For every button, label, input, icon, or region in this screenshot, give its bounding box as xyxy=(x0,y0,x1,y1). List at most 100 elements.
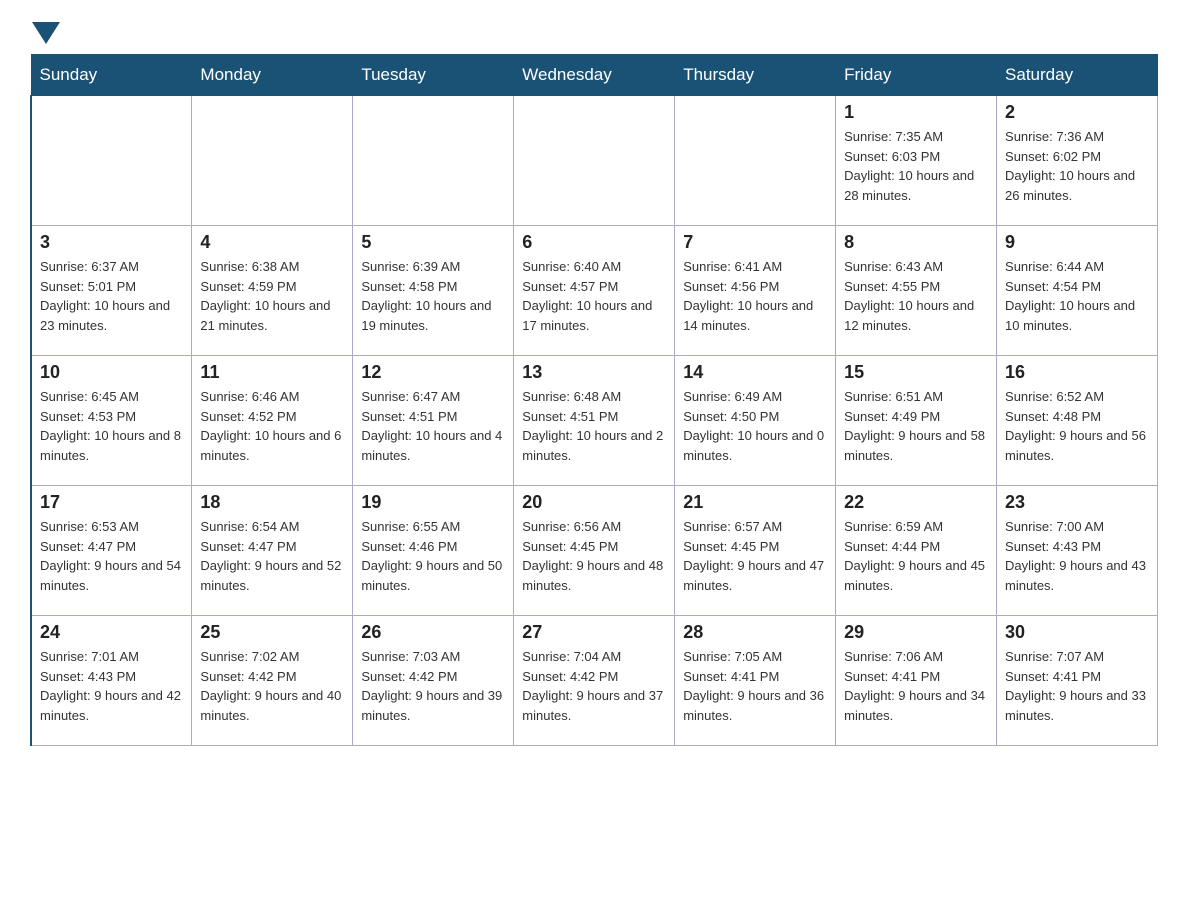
day-info: Sunrise: 6:49 AM Sunset: 4:50 PM Dayligh… xyxy=(683,387,827,465)
day-info: Sunrise: 6:48 AM Sunset: 4:51 PM Dayligh… xyxy=(522,387,666,465)
calendar-cell-w5d5: 28 Sunrise: 7:05 AM Sunset: 4:41 PM Dayli… xyxy=(675,616,836,746)
weekday-header-wednesday: Wednesday xyxy=(514,55,675,96)
calendar-cell-w5d2: 25 Sunrise: 7:02 AM Sunset: 4:42 PM Dayli… xyxy=(192,616,353,746)
day-info: Sunrise: 6:46 AM Sunset: 4:52 PM Dayligh… xyxy=(200,387,344,465)
weekday-header-tuesday: Tuesday xyxy=(353,55,514,96)
weekday-header-sunday: Sunday xyxy=(31,55,192,96)
day-info: Sunrise: 7:35 AM Sunset: 6:03 PM Dayligh… xyxy=(844,127,988,205)
day-number: 10 xyxy=(40,362,183,383)
day-number: 20 xyxy=(522,492,666,513)
weekday-header-row: SundayMondayTuesdayWednesdayThursdayFrid… xyxy=(31,55,1158,96)
calendar-cell-w4d2: 18 Sunrise: 6:54 AM Sunset: 4:47 PM Dayli… xyxy=(192,486,353,616)
week-row-1: 1 Sunrise: 7:35 AM Sunset: 6:03 PM Daylig… xyxy=(31,96,1158,226)
calendar-cell-w4d4: 20 Sunrise: 6:56 AM Sunset: 4:45 PM Dayli… xyxy=(514,486,675,616)
day-number: 6 xyxy=(522,232,666,253)
calendar-cell-w4d7: 23 Sunrise: 7:00 AM Sunset: 4:43 PM Dayli… xyxy=(997,486,1158,616)
week-row-4: 17 Sunrise: 6:53 AM Sunset: 4:47 PM Dayli… xyxy=(31,486,1158,616)
day-number: 22 xyxy=(844,492,988,513)
calendar-cell-w5d3: 26 Sunrise: 7:03 AM Sunset: 4:42 PM Dayli… xyxy=(353,616,514,746)
calendar-cell-w1d7: 2Sunrise: 7:36 AM Sunset: 6:02 PM Daylig… xyxy=(997,96,1158,226)
day-info: Sunrise: 7:00 AM Sunset: 4:43 PM Dayligh… xyxy=(1005,517,1149,595)
day-info: Sunrise: 7:03 AM Sunset: 4:42 PM Dayligh… xyxy=(361,647,505,725)
day-number: 21 xyxy=(683,492,827,513)
day-info: Sunrise: 6:44 AM Sunset: 4:54 PM Dayligh… xyxy=(1005,257,1149,335)
calendar-cell-w3d6: 15 Sunrise: 6:51 AM Sunset: 4:49 PM Dayli… xyxy=(836,356,997,486)
header xyxy=(30,20,1158,44)
day-info: Sunrise: 6:53 AM Sunset: 4:47 PM Dayligh… xyxy=(40,517,183,595)
day-number: 19 xyxy=(361,492,505,513)
day-number: 17 xyxy=(40,492,183,513)
day-info: Sunrise: 7:36 AM Sunset: 6:02 PM Dayligh… xyxy=(1005,127,1149,205)
weekday-header-saturday: Saturday xyxy=(997,55,1158,96)
day-info: Sunrise: 6:47 AM Sunset: 4:51 PM Dayligh… xyxy=(361,387,505,465)
calendar-cell-w3d2: 11 Sunrise: 6:46 AM Sunset: 4:52 PM Dayli… xyxy=(192,356,353,486)
day-info: Sunrise: 7:06 AM Sunset: 4:41 PM Dayligh… xyxy=(844,647,988,725)
day-info: Sunrise: 6:38 AM Sunset: 4:59 PM Dayligh… xyxy=(200,257,344,335)
day-number: 4 xyxy=(200,232,344,253)
week-row-2: 3 Sunrise: 6:37 AM Sunset: 5:01 PM Daylig… xyxy=(31,226,1158,356)
calendar-cell-w1d6: 1 Sunrise: 7:35 AM Sunset: 6:03 PM Daylig… xyxy=(836,96,997,226)
calendar-cell-w4d5: 21 Sunrise: 6:57 AM Sunset: 4:45 PM Dayli… xyxy=(675,486,836,616)
day-number: 16 xyxy=(1005,362,1149,383)
day-number: 30 xyxy=(1005,622,1149,643)
day-info: Sunrise: 6:37 AM Sunset: 5:01 PM Dayligh… xyxy=(40,257,183,335)
calendar-cell-w2d7: 9Sunrise: 6:44 AM Sunset: 4:54 PM Daylig… xyxy=(997,226,1158,356)
day-number: 7 xyxy=(683,232,827,253)
day-info: Sunrise: 6:45 AM Sunset: 4:53 PM Dayligh… xyxy=(40,387,183,465)
day-number: 14 xyxy=(683,362,827,383)
weekday-header-monday: Monday xyxy=(192,55,353,96)
week-row-5: 24 Sunrise: 7:01 AM Sunset: 4:43 PM Dayli… xyxy=(31,616,1158,746)
day-info: Sunrise: 7:04 AM Sunset: 4:42 PM Dayligh… xyxy=(522,647,666,725)
calendar-cell-w2d2: 4 Sunrise: 6:38 AM Sunset: 4:59 PM Daylig… xyxy=(192,226,353,356)
calendar-cell-w4d6: 22 Sunrise: 6:59 AM Sunset: 4:44 PM Dayli… xyxy=(836,486,997,616)
calendar-cell-w1d4 xyxy=(514,96,675,226)
day-info: Sunrise: 6:51 AM Sunset: 4:49 PM Dayligh… xyxy=(844,387,988,465)
day-number: 15 xyxy=(844,362,988,383)
day-info: Sunrise: 6:59 AM Sunset: 4:44 PM Dayligh… xyxy=(844,517,988,595)
day-info: Sunrise: 7:07 AM Sunset: 4:41 PM Dayligh… xyxy=(1005,647,1149,725)
calendar-cell-w3d4: 13Sunrise: 6:48 AM Sunset: 4:51 PM Dayli… xyxy=(514,356,675,486)
weekday-header-friday: Friday xyxy=(836,55,997,96)
day-info: Sunrise: 6:57 AM Sunset: 4:45 PM Dayligh… xyxy=(683,517,827,595)
day-number: 3 xyxy=(40,232,183,253)
calendar-cell-w4d3: 19Sunrise: 6:55 AM Sunset: 4:46 PM Dayli… xyxy=(353,486,514,616)
calendar-cell-w1d3 xyxy=(353,96,514,226)
calendar-table: SundayMondayTuesdayWednesdayThursdayFrid… xyxy=(30,54,1158,746)
day-number: 18 xyxy=(200,492,344,513)
day-number: 12 xyxy=(361,362,505,383)
calendar-cell-w2d5: 7 Sunrise: 6:41 AM Sunset: 4:56 PM Daylig… xyxy=(675,226,836,356)
day-info: Sunrise: 7:01 AM Sunset: 4:43 PM Dayligh… xyxy=(40,647,183,725)
day-number: 29 xyxy=(844,622,988,643)
day-info: Sunrise: 7:05 AM Sunset: 4:41 PM Dayligh… xyxy=(683,647,827,725)
calendar-cell-w3d1: 10 Sunrise: 6:45 AM Sunset: 4:53 PM Dayli… xyxy=(31,356,192,486)
day-number: 8 xyxy=(844,232,988,253)
calendar-cell-w2d4: 6 Sunrise: 6:40 AM Sunset: 4:57 PM Daylig… xyxy=(514,226,675,356)
week-row-3: 10 Sunrise: 6:45 AM Sunset: 4:53 PM Dayli… xyxy=(31,356,1158,486)
logo xyxy=(30,20,60,44)
day-number: 5 xyxy=(361,232,505,253)
calendar-cell-w2d6: 8 Sunrise: 6:43 AM Sunset: 4:55 PM Daylig… xyxy=(836,226,997,356)
calendar-cell-w2d1: 3 Sunrise: 6:37 AM Sunset: 5:01 PM Daylig… xyxy=(31,226,192,356)
calendar-cell-w4d1: 17 Sunrise: 6:53 AM Sunset: 4:47 PM Dayli… xyxy=(31,486,192,616)
day-number: 24 xyxy=(40,622,183,643)
day-info: Sunrise: 7:02 AM Sunset: 4:42 PM Dayligh… xyxy=(200,647,344,725)
day-number: 26 xyxy=(361,622,505,643)
calendar-cell-w1d5 xyxy=(675,96,836,226)
day-number: 28 xyxy=(683,622,827,643)
calendar-cell-w5d7: 30 Sunrise: 7:07 AM Sunset: 4:41 PM Dayli… xyxy=(997,616,1158,746)
weekday-header-thursday: Thursday xyxy=(675,55,836,96)
day-number: 25 xyxy=(200,622,344,643)
day-number: 1 xyxy=(844,102,988,123)
calendar-cell-w3d3: 12 Sunrise: 6:47 AM Sunset: 4:51 PM Dayli… xyxy=(353,356,514,486)
day-info: Sunrise: 6:39 AM Sunset: 4:58 PM Dayligh… xyxy=(361,257,505,335)
day-info: Sunrise: 6:41 AM Sunset: 4:56 PM Dayligh… xyxy=(683,257,827,335)
day-info: Sunrise: 6:54 AM Sunset: 4:47 PM Dayligh… xyxy=(200,517,344,595)
calendar-cell-w1d2 xyxy=(192,96,353,226)
day-info: Sunrise: 6:43 AM Sunset: 4:55 PM Dayligh… xyxy=(844,257,988,335)
day-info: Sunrise: 6:40 AM Sunset: 4:57 PM Dayligh… xyxy=(522,257,666,335)
calendar-cell-w5d1: 24 Sunrise: 7:01 AM Sunset: 4:43 PM Dayli… xyxy=(31,616,192,746)
day-number: 11 xyxy=(200,362,344,383)
day-number: 23 xyxy=(1005,492,1149,513)
day-info: Sunrise: 6:56 AM Sunset: 4:45 PM Dayligh… xyxy=(522,517,666,595)
day-info: Sunrise: 6:52 AM Sunset: 4:48 PM Dayligh… xyxy=(1005,387,1149,465)
